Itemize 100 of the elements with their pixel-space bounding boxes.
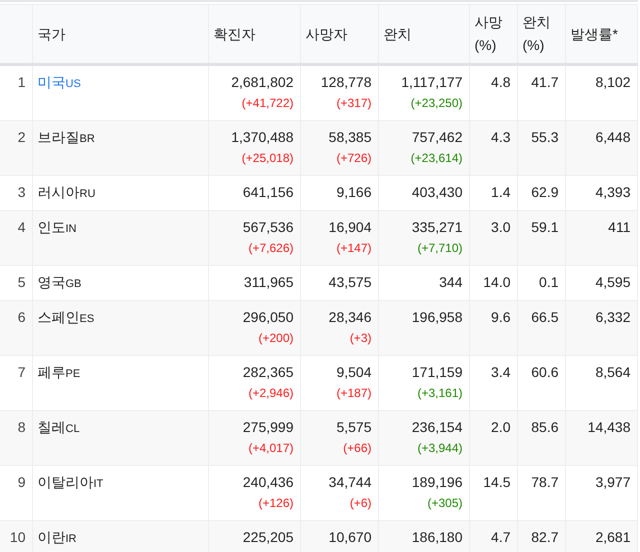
deaths-change: (+317)	[335, 95, 372, 112]
column-header: 사망자	[300, 4, 378, 64]
deaths-count: 128,778	[320, 73, 372, 92]
death-rate: 4.7	[490, 528, 510, 547]
confirmed-change: (+4,017)	[247, 440, 294, 457]
recovered-change: (+3,944)	[416, 440, 462, 457]
column-header: 사망 (%)	[469, 4, 517, 64]
recovery-rate: 66.5	[530, 308, 558, 327]
rank-number: 7	[18, 364, 26, 380]
rank-number: 2	[18, 129, 26, 145]
deaths-change: (+66)	[342, 440, 372, 457]
recovered-count: 757,462	[410, 128, 462, 147]
incidence-rate: 8,564	[594, 363, 630, 382]
deaths-change: (+6)	[348, 495, 372, 512]
rank-number: 10	[10, 529, 26, 545]
confirmed-change: (+126)	[257, 495, 294, 512]
incidence-rate: 2,681	[594, 528, 630, 547]
incidence-rate: 4,393	[594, 183, 630, 202]
death-rate: 9.6	[490, 308, 510, 327]
recovery-rate: 78.7	[530, 473, 558, 492]
death-rate: 2.0	[490, 418, 510, 437]
confirmed-count: 282,365	[242, 363, 294, 382]
deaths-count: 28,346	[328, 308, 372, 327]
deaths-change: (+187)	[335, 385, 372, 402]
recovered-count: 186,180	[410, 528, 462, 547]
rank-number: 8	[18, 419, 26, 435]
recovered-count: 403,430	[410, 183, 462, 202]
country-name: 영국GB	[38, 274, 82, 290]
recovered-change: (+23,614)	[410, 150, 462, 167]
deaths-count: 58,385	[328, 128, 372, 147]
recovered-change: (+3,161)	[416, 385, 462, 402]
confirmed-change: (+41,722)	[240, 95, 294, 112]
recovery-rate: 0.1	[538, 273, 558, 292]
recovery-rate: 82.7	[530, 528, 558, 547]
column-header: 완치	[378, 4, 469, 64]
confirmed-change: (+7,626)	[247, 240, 294, 257]
death-rate: 3.0	[490, 218, 510, 237]
incidence-rate: 3,977	[594, 473, 630, 492]
country-name: 스페인ES	[38, 309, 94, 325]
rank-number: 3	[18, 184, 26, 200]
deaths-change: (+147)	[335, 240, 372, 257]
recovered-count: 236,154	[410, 418, 462, 437]
confirmed-count: 2,681,802	[230, 73, 294, 92]
recovered-count: 189,196	[410, 473, 462, 492]
confirmed-count: 225,205	[242, 528, 294, 547]
rank-number: 5	[18, 274, 26, 290]
column-header: 국가	[32, 4, 208, 64]
death-rate: 4.3	[490, 128, 510, 147]
confirmed-change: (+200)	[257, 330, 294, 347]
country-name: 이탈리아IT	[38, 474, 104, 490]
recovery-rate: 62.9	[530, 183, 558, 202]
deaths-count: 34,744	[328, 473, 372, 492]
column-header: 확진자	[208, 4, 300, 64]
recovered-count: 1,117,177	[400, 73, 462, 92]
death-rate: 14.5	[482, 473, 510, 492]
recovery-rate: 55.3	[530, 128, 558, 147]
recovered-count: 171,159	[410, 363, 462, 382]
deaths-change: (+726)	[335, 150, 372, 167]
confirmed-change: (+25,018)	[240, 150, 294, 167]
rank-number: 9	[18, 474, 26, 490]
country-link[interactable]: 미국US	[38, 74, 81, 90]
death-rate: 4.8	[490, 73, 510, 92]
deaths-count: 43,575	[328, 273, 372, 292]
deaths-count: 10,670	[328, 528, 372, 547]
recovery-rate: 60.6	[530, 363, 558, 382]
incidence-rate: 6,332	[594, 308, 630, 327]
country-name: 인도IN	[38, 219, 76, 235]
country-name: 브라질BR	[38, 129, 95, 145]
deaths-count: 9,504	[335, 363, 372, 382]
rank-number: 4	[18, 219, 26, 235]
incidence-rate: 4,595	[594, 273, 630, 292]
death-rate: 14.0	[482, 273, 510, 292]
recovered-count: 344	[438, 273, 462, 292]
confirmed-count: 1,370,488	[230, 128, 294, 147]
death-rate: 1.4	[490, 183, 510, 202]
death-rate: 3.4	[490, 363, 510, 382]
country-name: 러시아RU	[38, 184, 96, 200]
confirmed-count: 311,965	[242, 273, 294, 292]
confirmed-change: (+2,946)	[247, 385, 294, 402]
deaths-count: 9,166	[335, 183, 372, 202]
rank-number: 1	[18, 74, 26, 90]
incidence-rate: 6,448	[594, 128, 630, 147]
confirmed-count: 641,156	[242, 183, 294, 202]
incidence-rate: 8,102	[594, 73, 630, 92]
recovered-count: 196,958	[410, 308, 462, 327]
confirmed-count: 296,050	[242, 308, 294, 327]
column-header: 완치 (%)	[517, 4, 565, 64]
country-name: 칠레 CL	[38, 419, 80, 435]
incidence-rate: 14,438	[586, 418, 630, 437]
confirmed-count: 567,536	[242, 218, 294, 237]
deaths-count: 16,904	[328, 218, 372, 237]
column-header: 발생률*	[565, 4, 637, 64]
recovered-change: (+23,250)	[410, 95, 462, 112]
recovery-rate: 85.6	[530, 418, 558, 437]
incidence-rate: 411	[607, 218, 630, 237]
confirmed-count: 275,999	[242, 418, 294, 437]
country-name: 페루PE	[38, 364, 80, 380]
deaths-count: 5,575	[335, 418, 372, 437]
country-name: 이란IR	[38, 529, 76, 545]
confirmed-count: 240,436	[242, 473, 294, 492]
